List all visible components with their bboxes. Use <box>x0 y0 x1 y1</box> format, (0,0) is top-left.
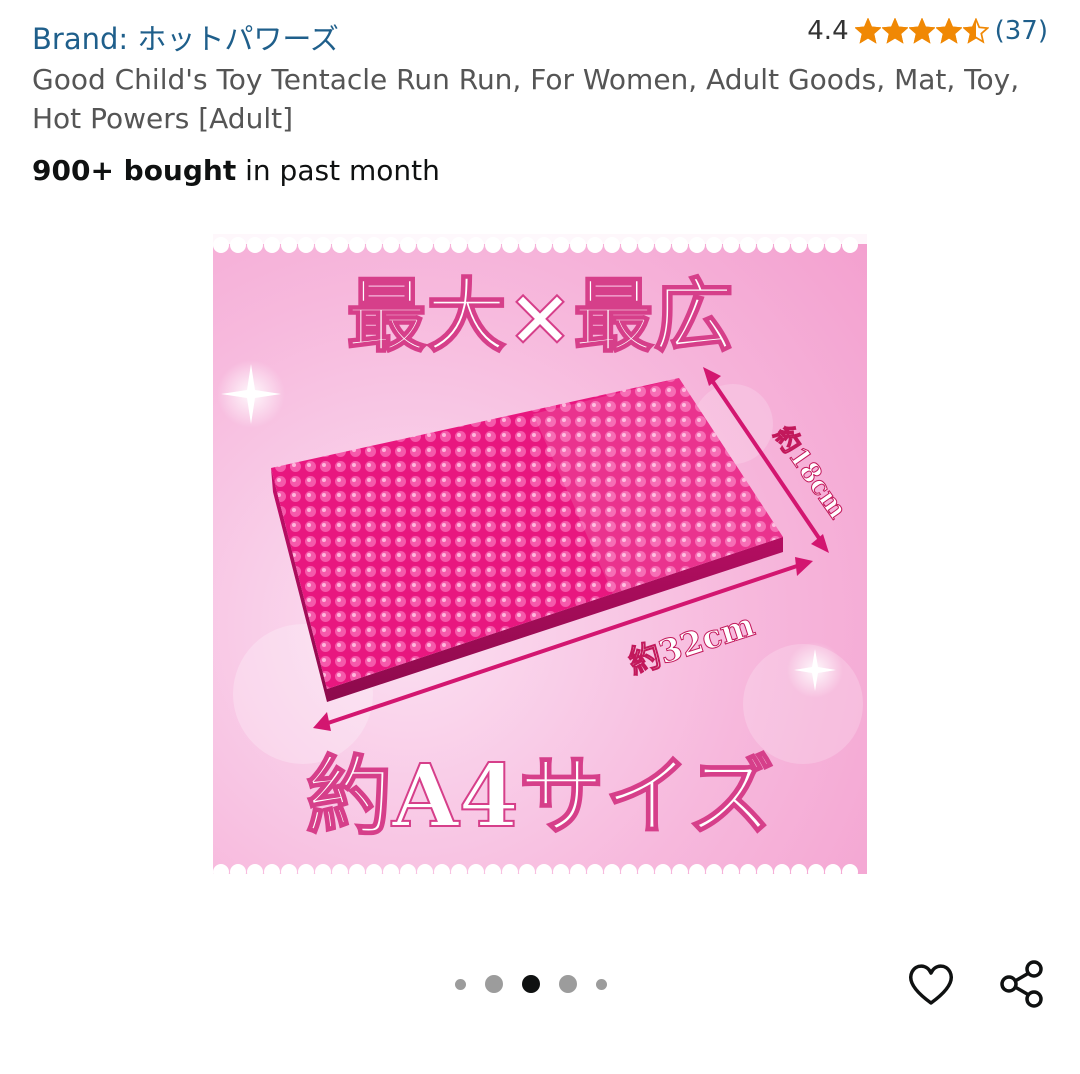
lace-scallop <box>502 237 518 253</box>
lace-scallop <box>689 237 705 253</box>
lace-scallop <box>400 237 416 253</box>
lace-scallop <box>264 237 280 253</box>
lace-scallop <box>740 237 756 253</box>
lace-scallop <box>587 237 603 253</box>
lace-scallop <box>825 237 841 253</box>
lace-scallop <box>298 237 314 253</box>
lace-scallop <box>808 237 824 253</box>
lace-scallop <box>247 237 263 253</box>
lace-scallop <box>604 237 620 253</box>
brand-link[interactable]: Brand: ホットパワーズ <box>32 16 339 58</box>
lace-scallop <box>672 237 688 253</box>
lace-scallop <box>774 237 790 253</box>
carousel-dot[interactable] <box>485 975 503 993</box>
headline-text: 最大×最広 <box>346 270 733 363</box>
lace-scallop <box>791 237 807 253</box>
lace-bottom <box>213 874 867 886</box>
carousel-dot-active[interactable] <box>522 975 540 993</box>
lace-scallop <box>281 237 297 253</box>
stars <box>854 18 989 44</box>
lace-scallop <box>349 237 365 253</box>
star-icon <box>908 18 935 44</box>
bought-count: 900+ bought in past month <box>32 154 440 187</box>
lace-scallop <box>621 237 637 253</box>
lace-scallop <box>366 237 382 253</box>
width-label: 約18cm <box>767 420 853 524</box>
heart-icon[interactable] <box>905 958 957 1010</box>
rating-count[interactable]: (37) <box>995 16 1048 46</box>
carousel-dot[interactable] <box>455 978 466 990</box>
lace-scallop <box>434 237 450 253</box>
product-title: Good Child's Toy Tentacle Run Run, For W… <box>32 63 1020 135</box>
lace-scallop <box>383 237 399 253</box>
lace-scallop <box>451 237 467 253</box>
lace-scallop <box>519 237 535 253</box>
carousel-dot[interactable] <box>559 975 577 993</box>
lace-scallop <box>706 237 722 253</box>
lace-scallop <box>842 237 858 253</box>
carousel-dot[interactable] <box>596 978 607 990</box>
carousel-dots <box>455 972 607 996</box>
lace-scallop <box>230 237 246 253</box>
star-icon <box>881 18 908 44</box>
product-image[interactable]: 最大×最広 約18cm 約32cm 約A4サイズ <box>213 234 867 886</box>
share-icon[interactable] <box>996 958 1048 1010</box>
lace-scallop <box>655 237 671 253</box>
rating[interactable]: 4.4 (37) <box>807 16 1048 46</box>
lace-scallop <box>417 237 433 253</box>
lace-scallop <box>468 237 484 253</box>
bought-rest: in past month <box>236 154 440 187</box>
size-text: 約A4サイズ <box>306 746 774 847</box>
lace-scallop <box>332 237 348 253</box>
lace-scallop <box>553 237 569 253</box>
lace-scallop <box>536 237 552 253</box>
lace-scallop <box>723 237 739 253</box>
star-icon <box>854 18 881 44</box>
rating-value: 4.4 <box>807 16 849 46</box>
lace-scallop <box>213 237 229 253</box>
lace-scallop <box>757 237 773 253</box>
star-icon <box>962 18 989 44</box>
bought-bold: 900+ bought <box>32 154 237 187</box>
lace-scallop <box>315 237 331 253</box>
lace-scallop <box>485 237 501 253</box>
star-icon <box>935 18 962 44</box>
lace-scallop <box>570 237 586 253</box>
lace-scallop <box>638 237 654 253</box>
